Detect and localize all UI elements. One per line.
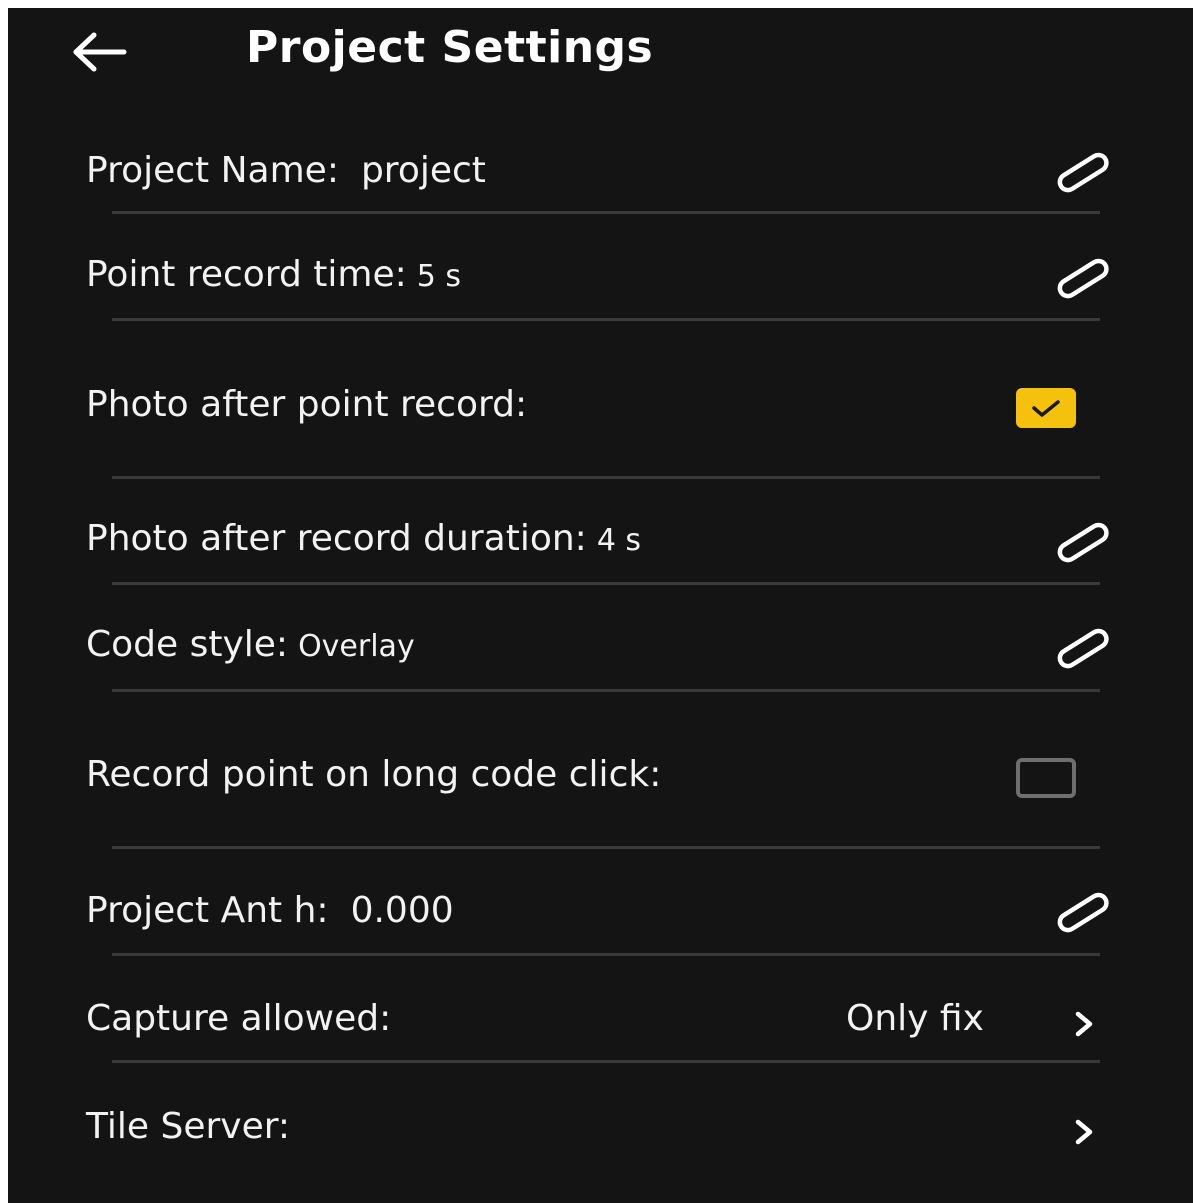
- chevron-right-icon: [1075, 1119, 1093, 1145]
- pencil-icon: [1057, 892, 1109, 933]
- project-name-label: Project Name:: [86, 150, 339, 191]
- code-style-label: Code style:: [86, 624, 289, 665]
- page-title: Project Settings: [246, 22, 654, 73]
- point-record-time-label: Point record time:: [86, 254, 407, 295]
- pencil-icon: [1057, 152, 1109, 193]
- capture-allowed-value: Only fix: [846, 998, 984, 1039]
- pencil-icon: [1057, 628, 1109, 669]
- arrow-left-icon: [73, 32, 127, 72]
- divider: [112, 476, 1100, 479]
- pencil-icon: [1057, 522, 1109, 563]
- setting-row-capture-allowed[interactable]: Capture allowed: Only fix: [8, 984, 1193, 1064]
- tile-server-label: Tile Server:: [86, 1106, 291, 1147]
- divider: [112, 953, 1100, 956]
- record-point-on-long-code-click-checkbox[interactable]: [1016, 758, 1076, 798]
- project-ant-h-value: 0.000: [350, 890, 454, 931]
- setting-row-code-style[interactable]: Code style: Overlay: [8, 610, 1193, 690]
- capture-allowed-label: Capture allowed:: [86, 998, 392, 1039]
- setting-row-photo-after-record-duration[interactable]: Photo after record duration: 4 s: [8, 504, 1193, 584]
- point-record-time-value: 5 s: [416, 259, 461, 294]
- code-style-value: Overlay: [298, 629, 415, 664]
- photo-after-point-record-checkbox[interactable]: [1016, 388, 1076, 428]
- capture-allowed-chevron[interactable]: [1064, 1004, 1104, 1044]
- setting-row-project-ant-h[interactable]: Project Ant h: 0.000: [8, 878, 1193, 958]
- setting-row-project-name[interactable]: Project Name: project: [8, 138, 1193, 218]
- setting-row-record-point-on-long-code-click[interactable]: Record point on long code click:: [8, 740, 1193, 820]
- photo-after-point-record-label: Photo after point record:: [86, 384, 528, 425]
- app-bar: Project Settings: [8, 8, 1193, 100]
- pencil-icon: [1057, 258, 1109, 299]
- edit-project-name-button[interactable]: [1048, 144, 1120, 200]
- edit-photo-after-record-duration-button[interactable]: [1048, 514, 1120, 570]
- divider: [112, 1060, 1100, 1063]
- divider: [112, 211, 1100, 214]
- edit-project-ant-h-button[interactable]: [1048, 884, 1120, 940]
- divider: [112, 689, 1100, 692]
- setting-row-point-record-time[interactable]: Point record time: 5 s: [8, 240, 1193, 320]
- photo-after-record-duration-value: 4 s: [596, 523, 642, 558]
- settings-screen: Project Settings Project Name: project P…: [8, 8, 1193, 1203]
- divider: [112, 318, 1100, 321]
- checkmark-icon: [1032, 400, 1060, 417]
- setting-row-photo-after-point-record[interactable]: Photo after point record:: [8, 370, 1193, 450]
- edit-code-style-button[interactable]: [1048, 620, 1120, 676]
- record-point-on-long-code-click-label: Record point on long code click:: [86, 754, 662, 795]
- project-ant-h-label: Project Ant h:: [86, 890, 329, 931]
- project-name-value: project: [360, 150, 486, 191]
- photo-after-record-duration-label: Photo after record duration:: [86, 518, 587, 559]
- setting-row-tile-server[interactable]: Tile Server:: [8, 1092, 1193, 1172]
- divider: [112, 846, 1100, 849]
- tile-server-chevron[interactable]: [1064, 1112, 1104, 1152]
- back-button[interactable]: [66, 24, 132, 80]
- chevron-right-icon: [1075, 1011, 1093, 1037]
- edit-point-record-time-button[interactable]: [1048, 250, 1120, 306]
- divider: [112, 582, 1100, 585]
